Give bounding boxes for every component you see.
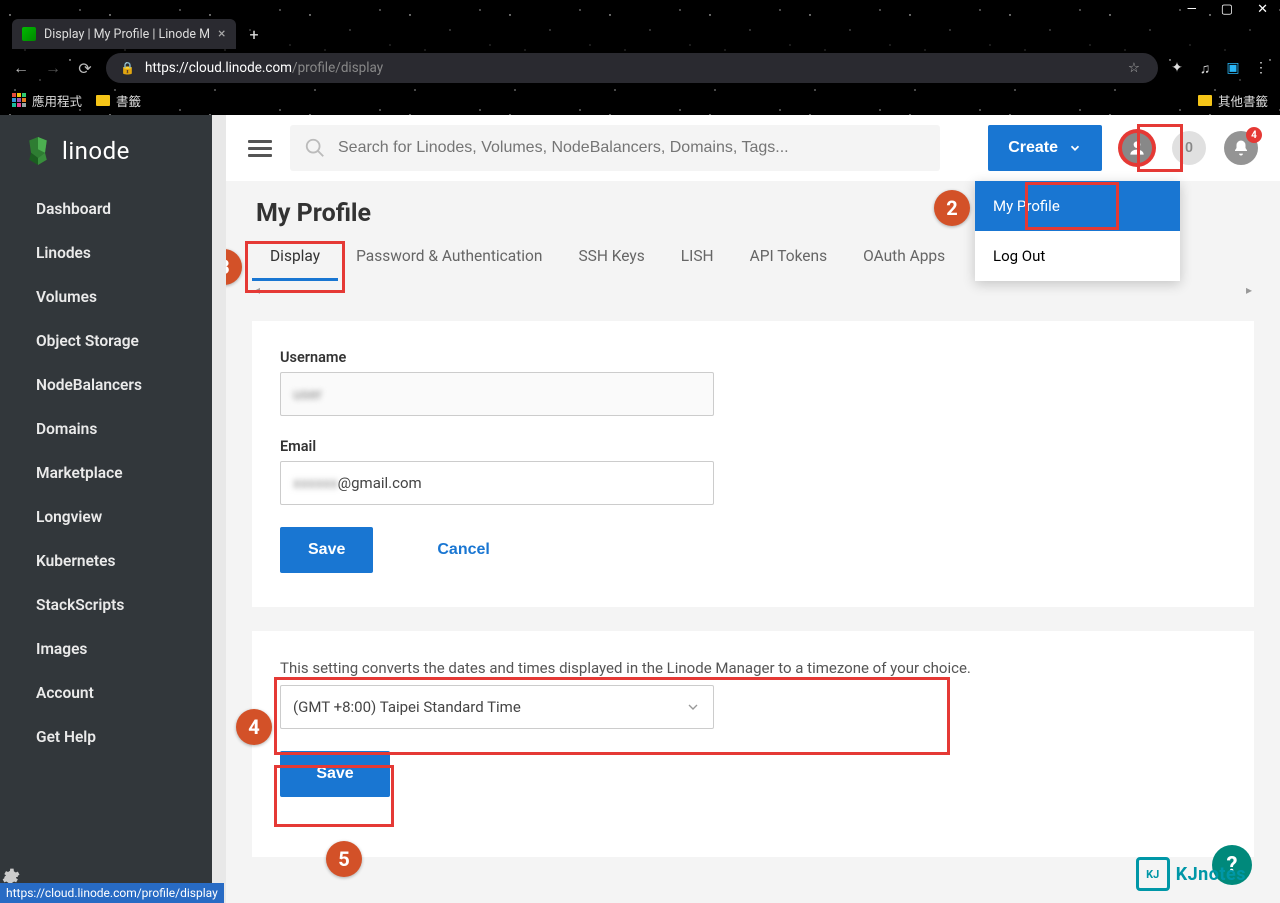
watermark-text: KJnotes	[1176, 864, 1246, 885]
bookmark-folder[interactable]: 書籤	[96, 91, 141, 110]
watermark-icon: KJ	[1136, 857, 1170, 891]
username-field[interactable]: user	[280, 372, 714, 416]
search-icon	[304, 137, 326, 159]
create-button[interactable]: Create	[988, 125, 1102, 171]
timezone-value: (GMT +8:00) Taipei Standard Time	[293, 698, 521, 716]
sidebar-item-marketplace[interactable]: Marketplace	[0, 451, 212, 495]
menu-item-my-profile[interactable]: My Profile	[975, 181, 1180, 231]
status-bar-url: https://cloud.linode.com/profile/display	[0, 883, 224, 903]
sidebar: linode Dashboard Linodes Volumes Object …	[0, 115, 212, 903]
favicon-icon	[22, 27, 36, 41]
save-timezone-button[interactable]: Save	[280, 751, 390, 797]
app-root: linode Dashboard Linodes Volumes Object …	[0, 115, 1280, 903]
menu-toggle-button[interactable]	[248, 140, 272, 157]
maximize-icon[interactable]: ▢	[1221, 2, 1233, 17]
timezone-help-text: This setting converts the dates and time…	[280, 659, 1226, 677]
sidebar-item-nodebalancers[interactable]: NodeBalancers	[0, 363, 212, 407]
chevron-down-icon	[685, 699, 701, 715]
callout-2: 2	[934, 190, 970, 226]
sidebar-item-object-storage[interactable]: Object Storage	[0, 319, 212, 363]
sidebar-item-account[interactable]: Account	[0, 671, 212, 715]
tab-lish[interactable]: LISH	[663, 234, 732, 281]
chevron-down-icon	[1068, 141, 1082, 155]
window-controls: — ▢ ✕	[0, 0, 1280, 18]
callout-4: 4	[236, 709, 272, 745]
browser-tabs: Display | My Profile | Linode M × +	[0, 18, 1280, 50]
folder-icon	[1198, 95, 1212, 106]
user-icon	[1127, 138, 1147, 158]
lock-icon: 🔒	[120, 61, 135, 75]
username-label: Username	[280, 349, 1226, 366]
cancel-button[interactable]: Cancel	[409, 527, 517, 573]
tab-scroll-indicator: ◂▸	[252, 283, 1254, 297]
apps-grid-icon	[12, 93, 26, 107]
create-label: Create	[1008, 139, 1058, 157]
url-host: https://cloud.linode.com	[145, 60, 292, 76]
callout-5: 5	[326, 841, 362, 877]
email-label: Email	[280, 438, 1226, 455]
media-icon[interactable]: ♫	[1196, 59, 1214, 77]
browser-chrome: — ▢ ✕ Display | My Profile | Linode M × …	[0, 0, 1280, 115]
notification-badge: 4	[1246, 127, 1262, 143]
sidebar-item-stackscripts[interactable]: StackScripts	[0, 583, 212, 627]
bell-icon	[1232, 139, 1250, 157]
menu-dots-icon[interactable]: ⋮	[1252, 59, 1270, 77]
address-bar-row: ← → ⟳ 🔒 https://cloud.linode.com/profile…	[0, 50, 1280, 86]
tab-title: Display | My Profile | Linode M	[44, 27, 210, 42]
sidebar-item-volumes[interactable]: Volumes	[0, 275, 212, 319]
brand-text: linode	[62, 137, 130, 165]
notifications-button[interactable]: 4	[1224, 131, 1258, 165]
new-tab-button[interactable]: +	[250, 25, 259, 44]
page-content: My Profile Display Password & Authentica…	[226, 181, 1280, 875]
sidebar-item-images[interactable]: Images	[0, 627, 212, 671]
sidebar-item-dashboard[interactable]: Dashboard	[0, 187, 212, 231]
bookmark-other[interactable]: 其他書籤	[1198, 91, 1268, 110]
main-content: Create 0 4 My Profile Log Out My Profile	[226, 115, 1280, 903]
bookmark-label: 其他書籤	[1218, 91, 1268, 110]
sidebar-item-kubernetes[interactable]: Kubernetes	[0, 539, 212, 583]
events-count-badge[interactable]: 0	[1172, 131, 1206, 165]
minimize-icon[interactable]: —	[1187, 2, 1197, 17]
brand-logo[interactable]: linode	[0, 115, 212, 187]
reload-icon[interactable]: ⟳	[74, 59, 96, 78]
back-icon[interactable]: ←	[10, 58, 32, 78]
save-profile-button[interactable]: Save	[280, 527, 373, 573]
timezone-card: This setting converts the dates and time…	[252, 631, 1254, 857]
sidebar-item-linodes[interactable]: Linodes	[0, 231, 212, 275]
bookmark-label: 應用程式	[32, 91, 82, 110]
email-field[interactable]: xxxxxx@gmail.com	[280, 461, 714, 505]
tab-oauth-apps[interactable]: OAuth Apps	[845, 234, 963, 281]
sidebar-scrollbar[interactable]	[212, 115, 226, 903]
ext-square-icon[interactable]: ▣	[1224, 59, 1242, 77]
watermark: KJ KJnotes	[1136, 857, 1246, 891]
sidebar-item-get-help[interactable]: Get Help	[0, 715, 212, 759]
profile-card: Username user Email xxxxxx@gmail.com Sav…	[252, 321, 1254, 607]
browser-tab-active[interactable]: Display | My Profile | Linode M ×	[12, 19, 236, 49]
sidebar-item-longview[interactable]: Longview	[0, 495, 212, 539]
url-path: /profile/display	[292, 60, 383, 76]
sidebar-item-domains[interactable]: Domains	[0, 407, 212, 451]
menu-item-logout[interactable]: Log Out	[975, 231, 1180, 281]
tab-api-tokens[interactable]: API Tokens	[732, 234, 845, 281]
address-bar[interactable]: 🔒 https://cloud.linode.com/profile/displ…	[106, 53, 1158, 83]
bookmark-label: 書籤	[116, 91, 141, 110]
tab-password[interactable]: Password & Authentication	[338, 234, 560, 281]
user-menu-dropdown: My Profile Log Out	[975, 181, 1180, 281]
linode-logo-icon	[24, 137, 52, 165]
bookmarks-bar: 應用程式 書籤 其他書籤	[0, 86, 1280, 114]
search-box[interactable]	[290, 125, 940, 171]
bookmark-star-icon[interactable]: ☆	[1128, 60, 1140, 76]
forward-icon: →	[42, 58, 64, 78]
tab-close-icon[interactable]: ×	[218, 26, 225, 42]
folder-icon	[96, 95, 110, 106]
user-avatar-button[interactable]	[1120, 131, 1154, 165]
top-bar: Create 0 4	[226, 115, 1280, 181]
bookmark-apps[interactable]: 應用程式	[12, 91, 82, 110]
tab-display[interactable]: Display	[252, 234, 338, 281]
search-input[interactable]	[338, 139, 926, 157]
tab-ssh-keys[interactable]: SSH Keys	[560, 234, 662, 281]
timezone-select[interactable]: (GMT +8:00) Taipei Standard Time	[280, 685, 714, 729]
close-icon[interactable]: ✕	[1257, 2, 1268, 17]
extensions-icon[interactable]: ✦	[1168, 59, 1186, 77]
